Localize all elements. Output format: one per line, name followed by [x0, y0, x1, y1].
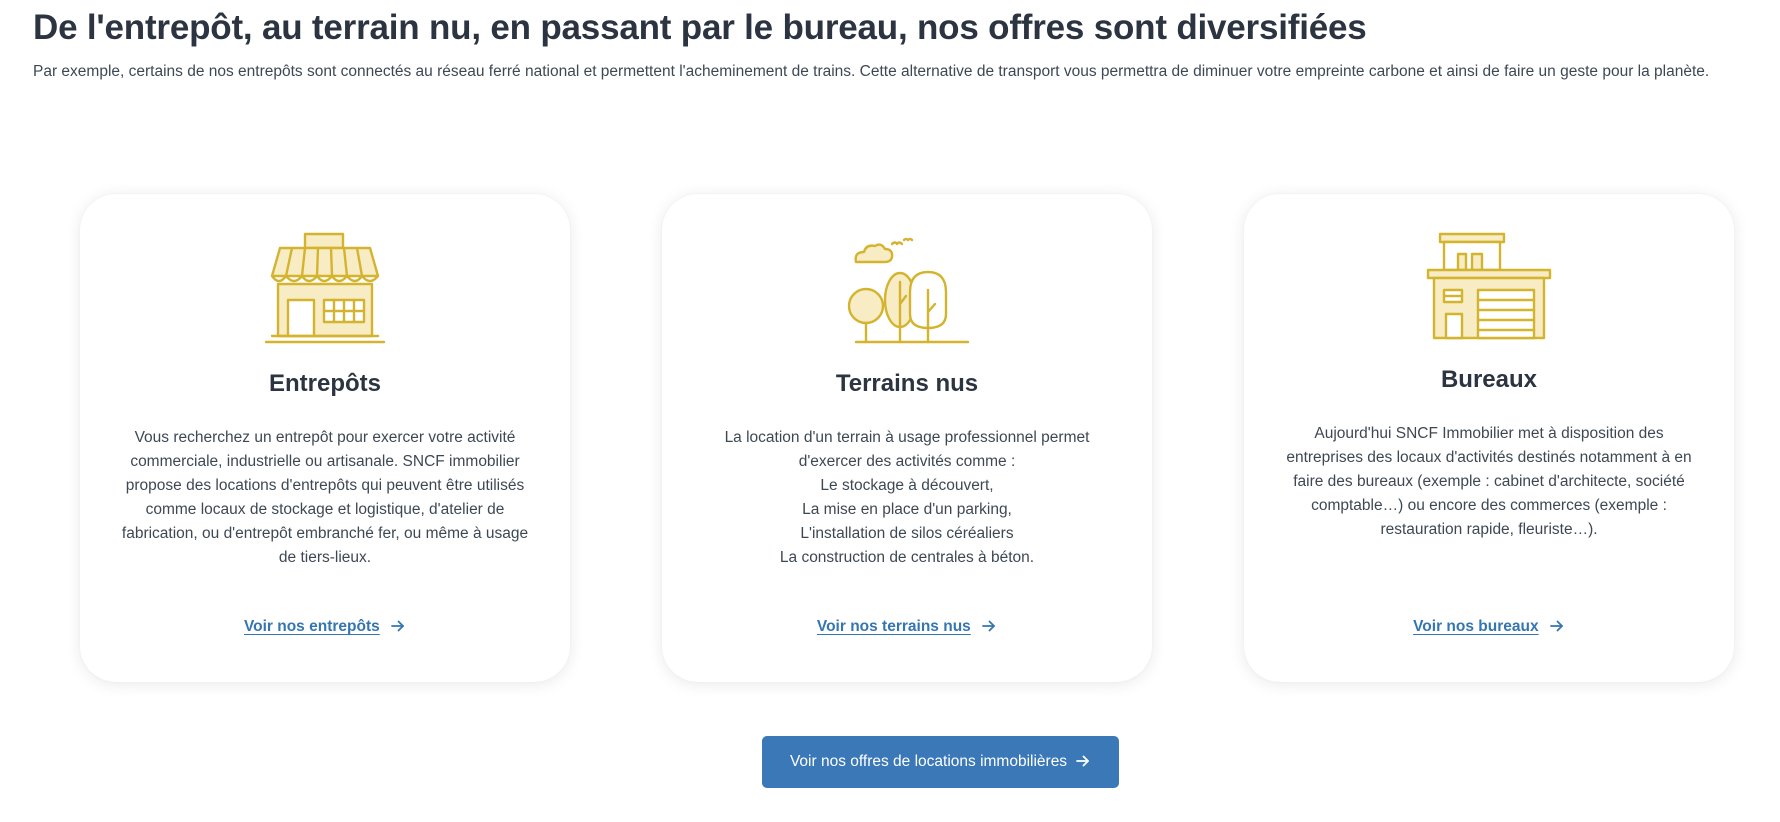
card-text-line: La location d'un terrain à usage profess… [724, 429, 1090, 470]
offer-card-bureaux: Bureaux Aujourd'hui SNCF Immobilier met … [1244, 194, 1734, 682]
offer-card-entrepots: Entrepôts Vous recherchez un entrepôt po… [80, 194, 570, 682]
arrow-right-icon [391, 620, 404, 632]
section-title: De l'entrepôt, au terrain nu, en passant… [33, 8, 1367, 47]
offer-card-terrains: Terrains nus La location d'un terrain à … [662, 194, 1152, 682]
voir-entrepots-link[interactable]: Voir nos entrepôts [244, 618, 380, 635]
card-text-line: Le stockage à découvert, [820, 477, 994, 494]
card-description: La location d'un terrain à usage profess… [698, 426, 1116, 570]
card-link-row: Voir nos entrepôts [80, 618, 570, 636]
card-description: Aujourd'hui SNCF Immobilier met à dispos… [1286, 425, 1692, 538]
voir-offres-button[interactable]: Voir nos offres de locations immobilière… [762, 736, 1119, 788]
link-label: Voir nos bureaux [1413, 618, 1539, 635]
arrow-right-icon [982, 620, 995, 632]
section-intro: Par exemple, certains de nos entrepôts s… [33, 63, 1710, 80]
arrow-right-icon [1076, 755, 1089, 767]
card-title: Bureaux [1440, 366, 1538, 393]
card-link-row: Voir nos bureaux [1244, 618, 1734, 636]
voir-terrains-link[interactable]: Voir nos terrains nus [817, 618, 971, 635]
offers-section: De l'entrepôt, au terrain nu, en passant… [33, 0, 1753, 822]
card-text-line: La construction de centrales à béton. [779, 549, 1035, 566]
button-label: Voir nos offres de locations immobilière… [789, 753, 1068, 770]
office-building-icon [1426, 232, 1552, 340]
card-text-line: L'installation de silos céréaliers [800, 525, 1014, 542]
trees-icon [847, 237, 970, 344]
arrow-right-icon [1549, 620, 1563, 632]
link-label: Voir nos entrepôts [243, 618, 380, 635]
card-link-row: Voir nos terrains nus [662, 618, 1152, 636]
card-title: Entrepôts [268, 370, 381, 397]
storefront-icon [264, 232, 386, 344]
card-description: Vous recherchez un entrepôt pour exercer… [121, 429, 529, 566]
link-label: Voir nos terrains nus [816, 618, 971, 635]
voir-bureaux-link[interactable]: Voir nos bureaux [1413, 618, 1538, 635]
card-title: Terrains nus [835, 370, 979, 397]
card-text-line: La mise en place d'un parking, [802, 501, 1012, 518]
